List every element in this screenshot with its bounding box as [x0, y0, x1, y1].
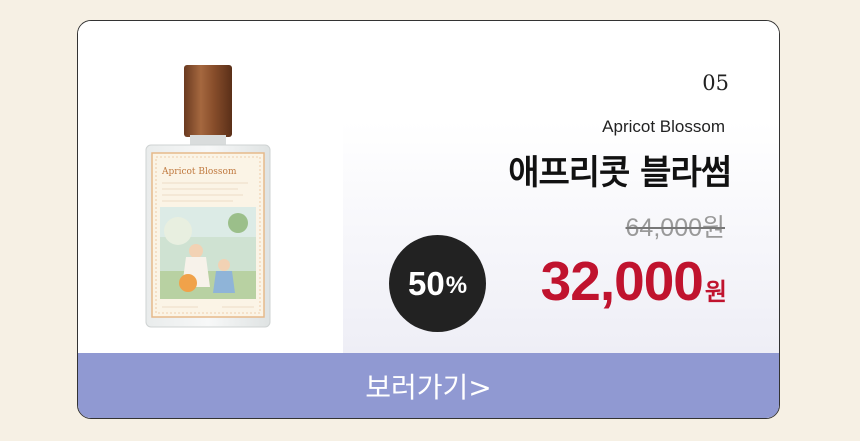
view-product-button[interactable]: 보러가기> [78, 353, 779, 418]
product-card: Apricot Blossom 05 Apricot Blossom 애프리콧 … [77, 20, 780, 419]
product-korean-name: 애프리콧 블라썸 [508, 153, 732, 193]
product-image-area: Apricot Blossom [78, 21, 343, 355]
discount-unit: % [445, 271, 468, 299]
sale-price-amount: 32,000 [540, 250, 704, 312]
discount-percent: 50 [407, 264, 445, 302]
product-english-name: Apricot Blossom [602, 117, 725, 136]
sale-price-unit: 원 [704, 279, 727, 306]
perfume-bottle-image: Apricot Blossom [145, 65, 271, 328]
product-index-number: 05 [702, 71, 729, 95]
label-brand-text: Apricot Blossom [161, 167, 237, 177]
original-price: 64,000원 [625, 214, 725, 242]
discount-badge: 50% [389, 235, 486, 332]
sale-price: 32,000 원 [541, 249, 727, 313]
